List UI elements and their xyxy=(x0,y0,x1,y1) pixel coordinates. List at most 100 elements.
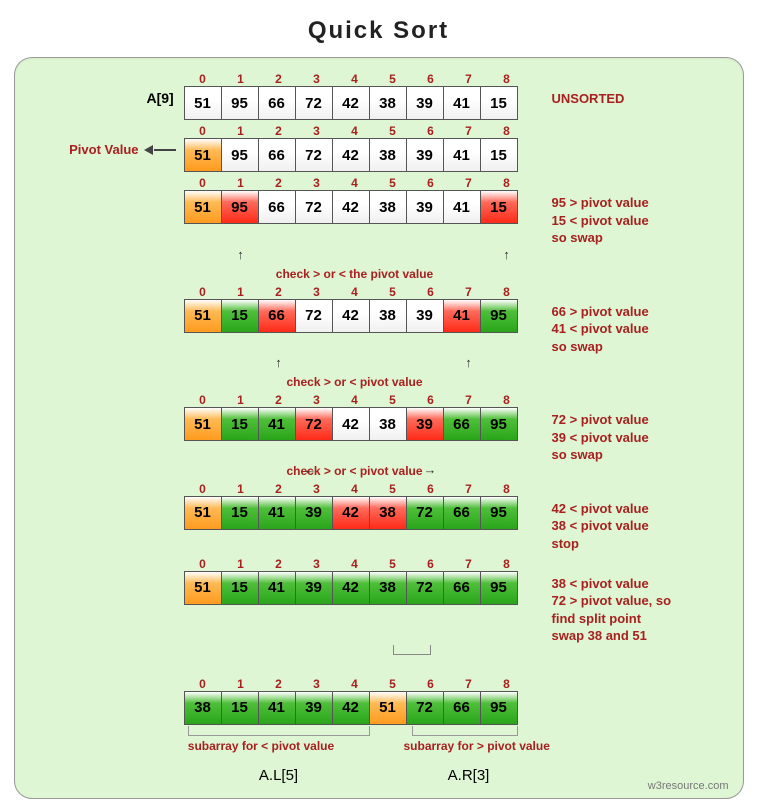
array-cell: 38 xyxy=(369,190,407,224)
up-arrow-icon xyxy=(462,355,476,370)
array-cell: 51 xyxy=(184,407,222,441)
diagram-panel: A[9]012345678519566724238394115UNSORTEDP… xyxy=(14,57,744,799)
index-label: 1 xyxy=(222,677,260,691)
index-label: 3 xyxy=(298,176,336,190)
stage-left-label xyxy=(29,176,184,194)
index-label: 3 xyxy=(298,285,336,299)
array-cell: 66 xyxy=(443,496,481,530)
array-cell: 39 xyxy=(295,496,333,530)
index-label: 2 xyxy=(260,677,298,691)
up-arrow-icon xyxy=(500,247,514,262)
index-label: 3 xyxy=(298,393,336,407)
index-label: 6 xyxy=(412,677,450,691)
array-cell: 41 xyxy=(443,299,481,333)
index-label: 2 xyxy=(260,285,298,299)
index-label: 0 xyxy=(184,557,222,571)
index-label: 4 xyxy=(336,72,374,86)
index-label: 7 xyxy=(450,285,488,299)
index-label: 4 xyxy=(336,482,374,496)
array-row: 519566724238394115 xyxy=(184,190,534,224)
right-partition-label: A.R[3] xyxy=(412,767,526,784)
array-cell: 15 xyxy=(221,691,259,725)
index-label: 5 xyxy=(374,557,412,571)
array-cell: 95 xyxy=(480,496,518,530)
index-label: 8 xyxy=(488,285,526,299)
array-cell: 41 xyxy=(258,571,296,605)
array-cell: 66 xyxy=(258,86,296,120)
array-row: 511541394238726695 xyxy=(184,571,534,605)
array-cell: 72 xyxy=(406,496,444,530)
index-label: 5 xyxy=(374,482,412,496)
stage-left-label xyxy=(29,72,184,90)
subarray-left-label: subarray for < pivot value xyxy=(149,739,374,753)
index-label: 8 xyxy=(488,393,526,407)
array-cell: 66 xyxy=(258,299,296,333)
index-label: 3 xyxy=(298,482,336,496)
index-label: 7 xyxy=(450,124,488,138)
index-label: 0 xyxy=(184,482,222,496)
array-cell: 51 xyxy=(369,691,407,725)
array-row: 511541394238726695 xyxy=(184,496,534,530)
index-label: 1 xyxy=(222,72,260,86)
array-cell: 39 xyxy=(406,190,444,224)
array-cell: 41 xyxy=(443,86,481,120)
stage-left-label xyxy=(29,285,184,303)
array-cell: 72 xyxy=(295,190,333,224)
index-label: 1 xyxy=(222,393,260,407)
array-cell: 51 xyxy=(184,299,222,333)
array-row: 511566724238394195 xyxy=(184,299,534,333)
array-cell: 41 xyxy=(443,138,481,172)
index-label: 0 xyxy=(184,285,222,299)
array-cell: 72 xyxy=(406,571,444,605)
array-cell: 38 xyxy=(369,299,407,333)
index-label: 1 xyxy=(222,557,260,571)
array-cell: 39 xyxy=(406,86,444,120)
array-cell: 51 xyxy=(184,571,222,605)
arrow-right-icon: → xyxy=(424,462,437,477)
array-cell: 15 xyxy=(221,496,259,530)
array-cell: 72 xyxy=(295,407,333,441)
index-label: 5 xyxy=(374,72,412,86)
array-cell: 39 xyxy=(295,571,333,605)
array-cell: 95 xyxy=(221,86,259,120)
stage: 01234567851154172423839669572 > pivot va… xyxy=(29,393,729,478)
arrow-left-icon: ← xyxy=(304,462,317,477)
array-cell: 66 xyxy=(443,571,481,605)
up-arrow-icon xyxy=(272,355,286,370)
array-row: 519566724238394115 xyxy=(184,86,534,120)
left-partition-label: A.L[5] xyxy=(184,767,374,784)
index-label: 0 xyxy=(184,176,222,190)
index-label: 8 xyxy=(488,124,526,138)
index-label: 8 xyxy=(488,176,526,190)
stage-note xyxy=(534,677,552,695)
array-cell: 15 xyxy=(221,571,259,605)
index-label: 7 xyxy=(450,72,488,86)
array-row: 381541394251726695 xyxy=(184,691,534,725)
index-label: 2 xyxy=(260,393,298,407)
array-cell: 95 xyxy=(221,138,259,172)
index-label: 5 xyxy=(374,393,412,407)
array-cell: 41 xyxy=(443,190,481,224)
array-cell: 39 xyxy=(406,138,444,172)
credit-label: w3resource.com xyxy=(648,780,729,792)
stage-note: 72 > pivot value39 < pivot valueso swap xyxy=(534,393,649,464)
array-cell: 42 xyxy=(332,138,370,172)
array-cell: 15 xyxy=(480,86,518,120)
index-label: 2 xyxy=(260,72,298,86)
stage-note: UNSORTED xyxy=(534,72,625,108)
index-label: 7 xyxy=(450,393,488,407)
array-cell: 42 xyxy=(332,571,370,605)
index-label: 6 xyxy=(412,285,450,299)
index-label: 2 xyxy=(260,557,298,571)
array-cell: 72 xyxy=(295,299,333,333)
array-cell: 95 xyxy=(480,691,518,725)
index-label: 4 xyxy=(336,557,374,571)
index-label: 1 xyxy=(222,482,260,496)
stage: 01234567851156672423839419566 > pivot va… xyxy=(29,285,729,390)
index-label: 6 xyxy=(412,482,450,496)
index-label: 8 xyxy=(488,482,526,496)
index-label: 0 xyxy=(184,72,222,86)
index-label: 4 xyxy=(336,393,374,407)
array-cell: 42 xyxy=(332,299,370,333)
index-label: 6 xyxy=(412,557,450,571)
